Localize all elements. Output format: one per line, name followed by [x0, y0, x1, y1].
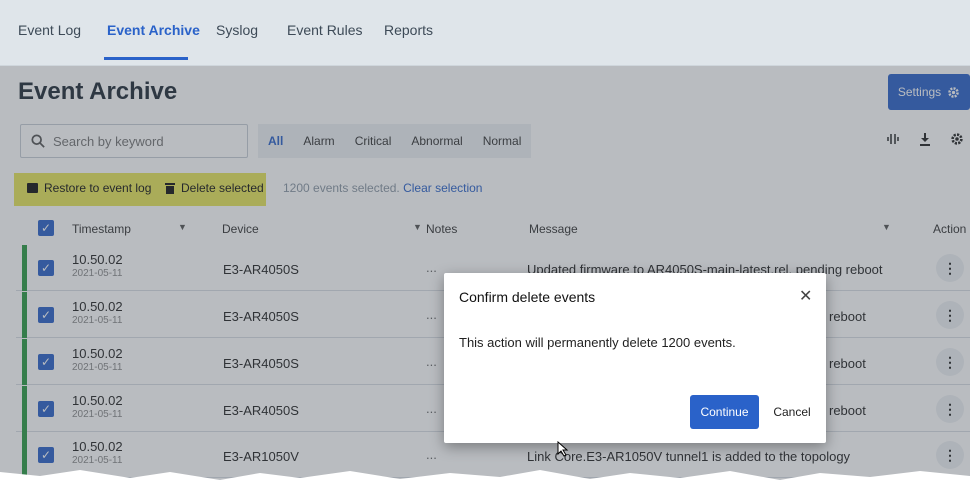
confirm-delete-dialog: Confirm delete events ✕ This action will… — [444, 273, 826, 443]
dialog-message: This action will permanently delete 1200… — [459, 335, 736, 350]
tab-event-rules[interactable]: Event Rules — [287, 22, 362, 38]
torn-edge — [0, 470, 970, 486]
tab-event-log[interactable]: Event Log — [18, 22, 81, 38]
tab-syslog[interactable]: Syslog — [216, 22, 258, 38]
mouse-cursor-icon — [557, 441, 569, 457]
tab-event-archive[interactable]: Event Archive — [107, 22, 200, 38]
tab-reports[interactable]: Reports — [384, 22, 433, 38]
top-tab-bar: Event Log Event Archive Syslog Event Rul… — [0, 0, 970, 66]
close-icon[interactable]: ✕ — [799, 286, 812, 306]
cancel-button[interactable]: Cancel — [766, 395, 818, 429]
active-tab-indicator — [104, 57, 188, 60]
event-archive-page: Event Log Event Archive Syslog Event Rul… — [0, 0, 970, 486]
continue-button[interactable]: Continue — [690, 395, 759, 429]
dialog-title: Confirm delete events — [459, 289, 596, 305]
